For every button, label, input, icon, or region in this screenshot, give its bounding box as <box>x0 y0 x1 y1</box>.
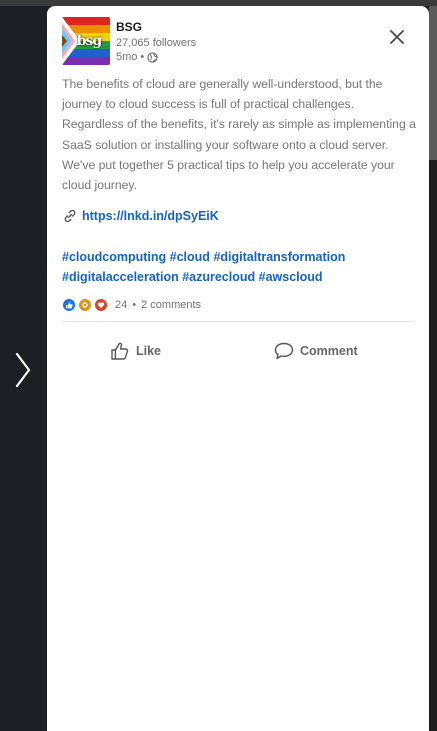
close-button[interactable] <box>386 26 408 48</box>
thumbs-up-icon <box>111 342 129 360</box>
comment-label: Comment <box>300 344 358 358</box>
post-card: bsg BSG 27,065 followers 5mo • The benef… <box>47 6 429 731</box>
love-reaction-icon <box>94 298 108 312</box>
post-link: https://lnkd.in/dpSyEiK <box>62 208 219 224</box>
meta-separator: • <box>140 51 145 63</box>
reaction-count[interactable]: 24 <box>115 299 127 311</box>
hashtag-link[interactable]: #cloud <box>170 250 210 264</box>
company-logo[interactable]: bsg <box>62 17 110 65</box>
comment-icon <box>274 342 294 360</box>
post-body: The benefits of cloud are generally well… <box>62 77 416 193</box>
like-reaction-icon <box>62 298 76 312</box>
link-icon <box>64 209 76 223</box>
post-url-link[interactable]: https://lnkd.in/dpSyEiK <box>82 209 219 223</box>
support-reaction-icon <box>78 298 92 312</box>
like-button[interactable]: Like <box>109 338 161 364</box>
hashtag-link[interactable]: #azurecloud <box>182 270 255 284</box>
background-panel-top <box>429 6 437 160</box>
like-label: Like <box>136 344 162 358</box>
chevron-right-icon <box>15 352 31 388</box>
hashtag-list: #cloudcomputing #cloud #digitaltransform… <box>62 247 422 287</box>
next-post-button[interactable] <box>8 348 38 392</box>
globe-icon <box>147 51 158 63</box>
reaction-summary: 24 • 2 comments <box>62 297 201 313</box>
hashtag-link[interactable]: #awscloud <box>259 270 323 284</box>
hashtag-link[interactable]: #digitalacceleration <box>62 270 179 284</box>
reaction-separator: • <box>132 299 137 311</box>
author-name[interactable]: BSG <box>116 20 142 34</box>
hashtag-link[interactable]: #digitaltransformation <box>213 250 345 264</box>
action-divider <box>62 321 414 322</box>
comment-count[interactable]: 2 comments <box>141 299 201 311</box>
logo-mark: bsg <box>76 33 102 49</box>
comment-button[interactable]: Comment <box>273 338 358 364</box>
close-icon <box>390 30 404 44</box>
hashtag-link[interactable]: #cloudcomputing <box>62 250 166 264</box>
post-header: bsg BSG 27,065 followers 5mo • <box>62 17 382 69</box>
post-meta: 5mo • <box>116 51 158 63</box>
follower-count: 27,065 followers <box>116 37 197 49</box>
post-time: 5mo <box>116 51 138 63</box>
